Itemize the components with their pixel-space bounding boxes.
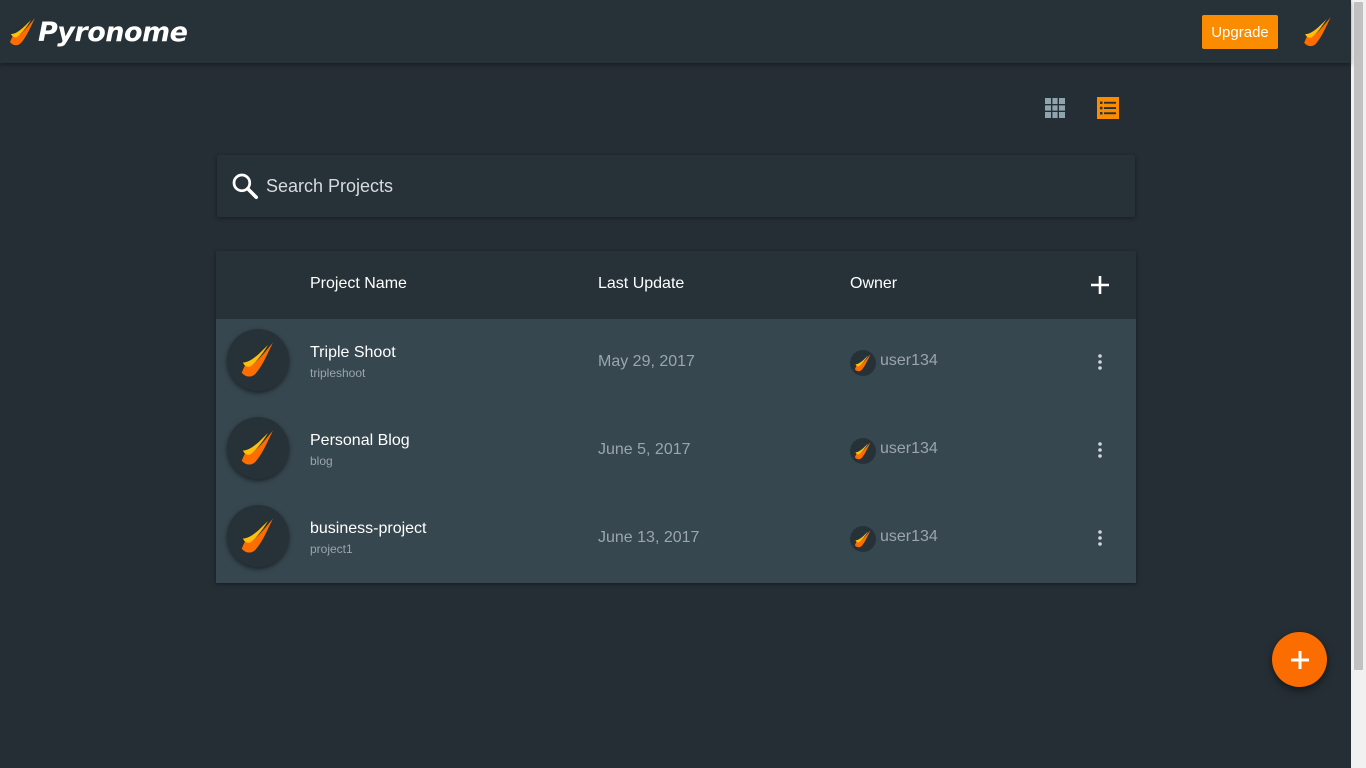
owner-name: user134: [880, 528, 938, 545]
column-header-project-name[interactable]: Project Name: [310, 275, 407, 293]
list-view-icon: [1097, 97, 1119, 119]
projects-table: Project Name Last Update Owner Triple Sh…: [216, 251, 1136, 583]
user-menu-avatar[interactable]: [1300, 15, 1336, 49]
row-more-button[interactable]: [1090, 528, 1110, 548]
add-project-button[interactable]: [1086, 271, 1114, 299]
owner-name: user134: [880, 352, 938, 369]
pyronome-logo-icon: [854, 442, 871, 460]
plus-icon: [1290, 650, 1309, 669]
upgrade-button[interactable]: Upgrade: [1202, 15, 1278, 49]
search-input[interactable]: [266, 170, 1116, 202]
column-header-owner[interactable]: Owner: [850, 275, 897, 293]
project-name[interactable]: business-project: [310, 520, 427, 538]
page-scrollbar[interactable]: [1351, 0, 1366, 768]
more-vert-icon: [1098, 354, 1102, 370]
project-name[interactable]: Triple Shoot: [310, 344, 396, 362]
project-avatar: [227, 505, 289, 567]
project-name[interactable]: Personal Blog: [310, 432, 410, 450]
project-avatar: [227, 329, 289, 391]
new-project-fab[interactable]: [1272, 632, 1327, 687]
last-update-date: June 13, 2017: [598, 529, 700, 546]
last-update-date: June 5, 2017: [598, 441, 691, 458]
column-header-last-update[interactable]: Last Update: [598, 275, 684, 293]
table-row[interactable]: business-project project1 June 13, 2017 …: [216, 495, 1136, 583]
grid-view-toggle[interactable]: [1043, 96, 1067, 120]
project-slug: tripleshoot: [310, 366, 366, 380]
table-header: Project Name Last Update Owner: [216, 251, 1136, 319]
more-vert-icon: [1098, 442, 1102, 458]
row-more-button[interactable]: [1090, 440, 1110, 460]
pyronome-logo-icon: [10, 18, 35, 46]
owner-avatar: [850, 350, 876, 376]
pyronome-logo-icon: [241, 518, 273, 553]
pyronome-logo-icon: [1304, 17, 1331, 47]
search-icon: [232, 173, 258, 199]
last-update-date: May 29, 2017: [598, 353, 695, 370]
top-app-bar: Pyronome Upgrade: [0, 0, 1351, 63]
project-slug: project1: [310, 542, 353, 556]
more-vert-icon: [1098, 530, 1102, 546]
grid-view-icon: [1045, 98, 1065, 118]
brand-name: Pyronome: [38, 16, 188, 48]
owner-name: user134: [880, 440, 938, 457]
pyronome-logo-icon: [854, 354, 871, 372]
owner-avatar: [850, 526, 876, 552]
pyronome-logo-icon: [241, 342, 273, 377]
list-view-toggle[interactable]: [1096, 96, 1120, 120]
owner-avatar: [850, 438, 876, 464]
project-slug: blog: [310, 454, 333, 468]
table-row[interactable]: Triple Shoot tripleshoot May 29, 2017 us…: [216, 319, 1136, 407]
scrollbar-thumb[interactable]: [1354, 2, 1363, 670]
row-more-button[interactable]: [1090, 352, 1110, 372]
table-row[interactable]: Personal Blog blog June 5, 2017 user134: [216, 407, 1136, 495]
pyronome-logo-icon: [854, 530, 871, 548]
table-body: Triple Shoot tripleshoot May 29, 2017 us…: [216, 319, 1136, 583]
brand-logo[interactable]: Pyronome: [9, 14, 188, 50]
project-avatar: [227, 417, 289, 479]
plus-icon: [1091, 276, 1109, 294]
pyronome-logo-icon: [241, 430, 273, 465]
